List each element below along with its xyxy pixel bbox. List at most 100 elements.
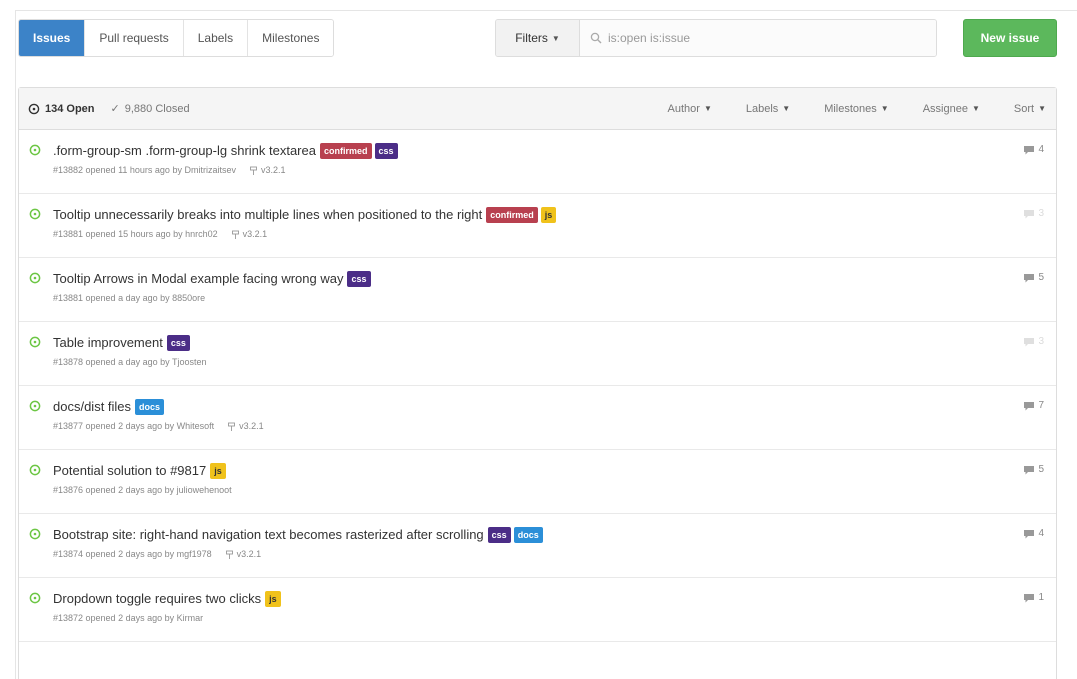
sort-filter-label: Sort — [1013, 102, 1035, 115]
issue-label[interactable]: js — [265, 590, 281, 607]
issue-comments[interactable]: 4 — [1023, 144, 1044, 155]
issue-title[interactable]: .form-group-sm .form-group-lg shrink tex… — [53, 143, 316, 158]
issue-comments[interactable]: 3 — [1023, 336, 1044, 347]
issue-comment-count: 3 — [1038, 208, 1044, 219]
issue-rows: .form-group-sm .form-group-lg shrink tex… — [19, 130, 1056, 642]
issue-title[interactable]: Potential solution to #9817 — [53, 463, 206, 478]
issue-milestone[interactable]: v3.2.1 — [225, 549, 261, 559]
assignee-filter[interactable]: Assignee ▼ — [923, 103, 980, 115]
milestones-filter[interactable]: Milestones ▼ — [824, 103, 889, 115]
issue-title[interactable]: Tooltip unnecessarily breaks into multip… — [53, 207, 482, 222]
caret-down-icon: ▼ — [1038, 104, 1046, 113]
issues-list: 134 Open ✓ 9,880 Closed Author ▼ Labels ▼ … — [18, 87, 1057, 679]
open-count-label: 134 Open — [45, 102, 95, 115]
issue-milestone[interactable]: v3.2.1 — [250, 165, 285, 175]
comment-icon — [1024, 593, 1035, 602]
issue-meta: #13877 opened 2 days ago by Whitesoft v3… — [53, 421, 1056, 431]
milestone-icon — [250, 166, 257, 175]
issue-comments[interactable]: 5 — [1023, 464, 1044, 475]
topbar: Issues Pull requests Labels Milestones F… — [18, 19, 1057, 57]
issue-title[interactable]: Tooltip Arrows in Modal example facing w… — [53, 271, 343, 286]
issue-label[interactable]: css — [374, 142, 398, 159]
issue-meta: #13876 opened 2 days ago by juliowehenoo… — [53, 485, 1056, 495]
subnav: Issues Pull requests Labels Milestones — [18, 19, 335, 57]
issue-open-icon — [29, 336, 41, 348]
search-input[interactable] — [608, 31, 908, 45]
issue-label[interactable]: confirmed — [486, 206, 538, 223]
issue-row: Bootstrap site: right-hand navigation te… — [19, 514, 1056, 578]
issue-meta: #13882 opened 11 hours ago by Dmitrizait… — [53, 165, 1056, 175]
issue-open-icon — [28, 103, 40, 114]
header-filters: Author ▼ Labels ▼ Milestones ▼ Assignee ▼ So… — [668, 103, 1046, 115]
issue-row: Table improvement css #13878 opened a da… — [19, 322, 1056, 386]
issue-title-row: .form-group-sm .form-group-lg shrink tex… — [53, 141, 1056, 160]
issue-meta-text: #13874 opened 2 days ago by mgf1978 — [53, 549, 212, 559]
issue-comments[interactable]: 1 — [1023, 592, 1044, 603]
subnav-labels[interactable]: Labels — [182, 20, 248, 56]
comment-icon — [1024, 273, 1035, 282]
new-issue-button[interactable]: New issue — [963, 19, 1057, 57]
issue-title[interactable]: Table improvement — [53, 335, 163, 350]
issue-meta-text: #13872 opened 2 days ago by Kirmar — [53, 613, 204, 623]
issue-milestone[interactable]: v3.2.1 — [228, 421, 264, 431]
issue-comment-count: 3 — [1038, 336, 1044, 347]
open-issues-toggle[interactable]: 134 Open — [28, 103, 95, 115]
issue-title[interactable]: docs/dist files — [53, 399, 131, 414]
issue-labels: confirmed css — [319, 142, 398, 159]
issue-milestone-label: v3.2.1 — [242, 229, 268, 239]
issue-label[interactable]: css — [347, 270, 371, 287]
issue-meta: #13881 opened 15 hours ago by hnrch02 v3… — [53, 229, 1056, 239]
issue-labels: css — [166, 334, 190, 351]
author-filter[interactable]: Author ▼ — [668, 103, 712, 115]
issue-open-icon — [29, 528, 41, 540]
issue-comment-count: 4 — [1038, 528, 1044, 539]
issue-meta: #13874 opened 2 days ago by mgf1978 v3.2… — [53, 549, 1056, 559]
comment-icon — [1024, 401, 1035, 410]
issue-comments[interactable]: 5 — [1023, 272, 1044, 283]
issue-comments[interactable]: 7 — [1023, 400, 1044, 411]
issue-label[interactable]: docs — [513, 526, 543, 543]
subnav-pull-requests[interactable]: Pull requests — [84, 20, 183, 56]
sort-filter[interactable]: Sort ▼ — [1014, 103, 1046, 115]
milestone-icon — [225, 550, 233, 559]
issue-comment-count: 5 — [1038, 464, 1044, 475]
check-icon: ✓ — [110, 103, 120, 115]
issue-comment-count: 5 — [1038, 272, 1044, 283]
issue-meta-text: #13878 opened a day ago by Tjoosten — [53, 357, 207, 367]
issue-meta-text: #13877 opened 2 days ago by Whitesoft — [53, 421, 215, 431]
issue-label[interactable]: js — [540, 206, 557, 223]
issue-open-icon — [29, 400, 41, 412]
issue-title[interactable]: Dropdown toggle requires two clicks — [53, 591, 261, 606]
issue-title-row: Dropdown toggle requires two clicks js — [53, 589, 1056, 608]
issue-label[interactable]: docs — [135, 398, 165, 415]
issue-comments[interactable]: 4 — [1023, 528, 1044, 539]
caret-down-icon: ▼ — [782, 104, 791, 113]
issue-milestone-label: v3.2.1 — [239, 421, 264, 431]
issue-label[interactable]: js — [210, 462, 226, 479]
issue-labels: js — [265, 590, 281, 607]
subnav-issues[interactable]: Issues — [19, 20, 85, 56]
issue-meta: #13872 opened 2 days ago by Kirmar — [53, 613, 1056, 623]
issue-label[interactable]: css — [166, 334, 190, 351]
filters-button[interactable]: Filters ▼ — [496, 20, 580, 56]
filter-group: Filters ▼ — [495, 19, 937, 57]
issue-comments[interactable]: 3 — [1023, 208, 1044, 219]
issue-label[interactable]: confirmed — [319, 142, 372, 159]
issue-milestone[interactable]: v3.2.1 — [231, 229, 268, 239]
issue-label[interactable]: css — [487, 526, 511, 543]
issue-row: .form-group-sm .form-group-lg shrink tex… — [19, 130, 1056, 194]
issue-comment-count: 7 — [1038, 400, 1044, 411]
issue-open-icon — [29, 272, 41, 284]
labels-filter[interactable]: Labels ▼ — [746, 103, 790, 115]
issue-title[interactable]: Bootstrap site: right-hand navigation te… — [53, 527, 484, 542]
issue-title-row: Bootstrap site: right-hand navigation te… — [53, 525, 1056, 544]
caret-down-icon: ▼ — [551, 33, 560, 43]
closed-issues-toggle[interactable]: ✓ 9,880 Closed — [110, 102, 190, 116]
issue-meta-text: #13881 opened 15 hours ago by hnrch02 — [53, 229, 218, 239]
issue-meta-text: #13881 opened a day ago by 8850ore — [53, 293, 206, 303]
list-header: 134 Open ✓ 9,880 Closed Author ▼ Labels ▼ … — [19, 88, 1056, 130]
filters-button-label: Filters — [515, 31, 548, 45]
subnav-milestones[interactable]: Milestones — [247, 20, 334, 56]
issue-title-row: docs/dist files docs — [53, 397, 1056, 416]
caret-down-icon: ▼ — [880, 104, 889, 113]
